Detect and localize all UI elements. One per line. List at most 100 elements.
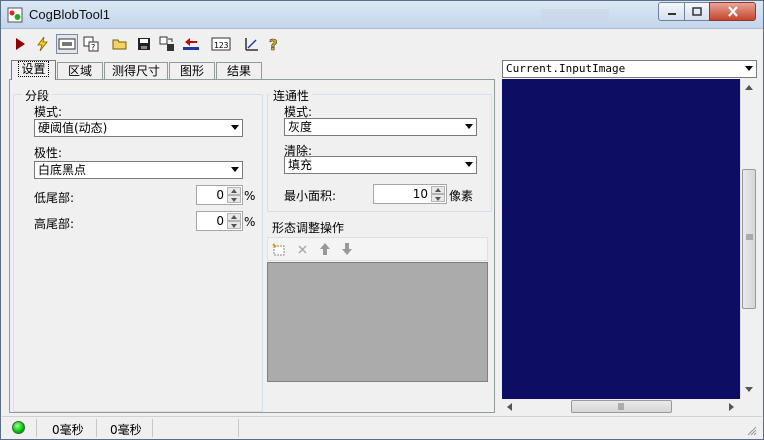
segmentation-title: 分段 (22, 87, 53, 104)
tab-graphics[interactable]: 图形 (169, 62, 215, 80)
polarity-label: 极性: (34, 146, 63, 160)
chevron-down-icon (231, 167, 239, 172)
delete-operation-icon[interactable] (297, 244, 308, 255)
chevron-down-icon (231, 125, 239, 130)
tab-measured-size[interactable]: 测得尺寸 (104, 62, 168, 80)
polarity-value: 白底黑点 (38, 163, 87, 177)
reset-icon (159, 36, 174, 51)
spin-up-button[interactable] (227, 187, 241, 195)
spin-up-button[interactable] (227, 213, 241, 221)
toolbar: ? 123 ? (2, 30, 762, 58)
title-bar-shadow (541, 9, 609, 21)
min-area-spinner[interactable]: 10 (373, 184, 447, 204)
numeric-button[interactable]: 123 (209, 34, 233, 54)
open-button[interactable] (110, 34, 130, 54)
spin-down-button[interactable] (227, 195, 241, 203)
tab-results[interactable]: 结果 (216, 62, 262, 80)
save-button[interactable] (134, 34, 154, 54)
import-icon (183, 38, 199, 50)
electric-icon (37, 36, 48, 52)
seg-mode-select[interactable]: 硬阈值(动态) (34, 119, 243, 137)
show-image-button[interactable] (56, 34, 78, 54)
conn-mode-value: 灰度 (288, 120, 313, 134)
measure-icon (245, 38, 258, 51)
tab-label: 结果 (226, 64, 251, 78)
image-source-select[interactable]: Current.InputImage (502, 60, 757, 78)
window-title: CogBlobTool1 (29, 7, 110, 22)
vertical-scroll-thumb[interactable] (742, 169, 756, 309)
vertical-scrollbar[interactable] (740, 79, 757, 399)
spin-down-button[interactable] (431, 194, 445, 202)
show-image-icon (58, 38, 76, 50)
horizontal-scrollbar[interactable] (502, 399, 740, 415)
spin-up-button[interactable] (431, 186, 445, 194)
tab-label: 图形 (179, 64, 204, 78)
cleanup-value: 填充 (288, 158, 313, 172)
move-up-icon[interactable] (319, 242, 331, 256)
add-operation-icon[interactable] (272, 243, 286, 257)
image-display[interactable] (502, 79, 740, 399)
measure-button[interactable] (242, 34, 262, 54)
save-icon (138, 38, 150, 50)
polarity-select[interactable]: 白底黑点 (34, 161, 243, 179)
electric-mode-button[interactable] (32, 34, 52, 54)
low-tail-unit: % (244, 189, 256, 203)
svg-text:123: 123 (214, 41, 229, 50)
run-button[interactable] (10, 34, 30, 54)
help-button[interactable]: ? (264, 34, 284, 54)
seg-mode-value: 硬阈值(动态) (38, 121, 108, 135)
connectivity-title: 连通性 (270, 87, 313, 104)
high-tail-unit: % (244, 215, 256, 229)
min-area-label: 最小面积: (284, 189, 337, 203)
tab-settings[interactable]: 设置 (11, 60, 56, 80)
tab-region[interactable]: 区域 (57, 62, 103, 80)
status-time-1: 0毫秒 (52, 423, 84, 437)
run-icon (16, 38, 25, 50)
scroll-right-icon[interactable] (729, 403, 734, 411)
low-tail-label: 低尾部: (34, 191, 75, 205)
title-bar: CogBlobTool1 (1, 1, 763, 29)
morphology-toolbar (267, 237, 488, 261)
chevron-down-icon (745, 66, 753, 71)
image-source-value: Current.InputImage (506, 62, 626, 75)
morphology-title: 形态调整操作 (272, 221, 345, 235)
high-tail-value: 0 (216, 214, 224, 228)
morphology-operations-list[interactable] (267, 262, 488, 382)
minimize-icon (667, 12, 676, 15)
maximize-icon (692, 7, 702, 16)
seg-mode-label: 模式: (34, 105, 63, 119)
status-divider (36, 419, 37, 437)
maximize-button[interactable] (684, 2, 710, 21)
scroll-up-icon[interactable] (745, 85, 753, 90)
close-button[interactable] (709, 2, 756, 21)
chevron-down-icon (465, 124, 473, 129)
chevron-down-icon (465, 162, 473, 167)
close-icon (727, 6, 738, 17)
status-divider (238, 419, 239, 437)
high-tail-spinner[interactable]: 0 (196, 211, 243, 231)
conn-mode-select[interactable]: 灰度 (284, 118, 477, 136)
numeric-icon: 123 (211, 37, 231, 51)
scroll-down-icon[interactable] (745, 387, 753, 392)
min-area-unit: 像素 (449, 189, 474, 203)
spin-down-button[interactable] (227, 221, 241, 229)
low-tail-spinner[interactable]: 0 (196, 185, 243, 205)
status-indicator (12, 421, 25, 434)
image-help-button[interactable]: ? (81, 34, 101, 54)
open-icon (112, 39, 127, 50)
high-tail-label: 高尾部: (34, 217, 75, 231)
min-area-value: 10 (412, 187, 428, 201)
svg-text:?: ? (91, 43, 95, 52)
reset-button[interactable] (157, 34, 177, 54)
scroll-left-icon[interactable] (507, 403, 512, 411)
minimize-button[interactable] (658, 2, 685, 21)
cleanup-select[interactable]: 填充 (284, 156, 477, 174)
move-down-icon[interactable] (341, 242, 353, 256)
help-icon: ? (269, 36, 278, 52)
tab-label: 测得尺寸 (111, 64, 160, 78)
status-divider (96, 419, 97, 437)
resize-grip-icon[interactable] (746, 425, 758, 437)
horizontal-scroll-thumb[interactable] (571, 400, 672, 413)
import-button[interactable] (181, 34, 201, 54)
tab-label: 设置 (18, 61, 49, 77)
